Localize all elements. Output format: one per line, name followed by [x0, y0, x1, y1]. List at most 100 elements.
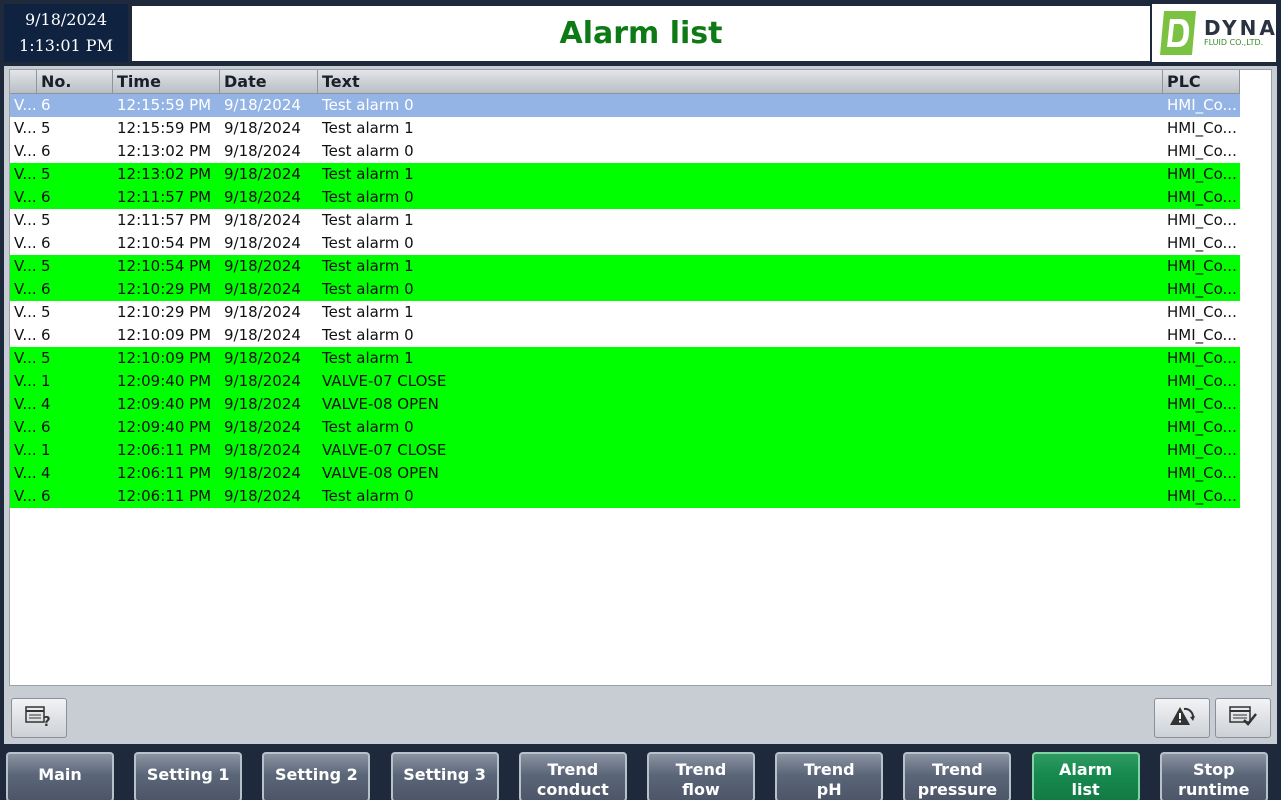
cell-date: 9/18/2024: [224, 142, 301, 160]
cell-date: 9/18/2024: [224, 349, 301, 367]
cell-no: 5: [41, 257, 51, 275]
cell-date: 9/18/2024: [224, 119, 301, 137]
cell-no: 6: [41, 234, 51, 252]
nav-button-trend-conduct[interactable]: Trend conduct: [518, 752, 627, 800]
cell-no: 5: [41, 211, 51, 229]
table-row[interactable]: V... 1 12:09:40 PM 9/18/2024 VALVE-07 CLOSE H…: [10, 370, 1240, 393]
nav-button-setting-3[interactable]: Setting 3: [390, 752, 499, 800]
cell-text: Test alarm 0: [322, 234, 414, 252]
cell-text: Test alarm 0: [322, 280, 414, 298]
page-title: Alarm list: [559, 16, 723, 51]
cell-status: V...: [14, 211, 37, 229]
column-header-time[interactable]: Time: [113, 70, 220, 93]
table-row[interactable]: V... 4 12:09:40 PM 9/18/2024 VALVE-08 OPEN HM…: [10, 393, 1240, 416]
cell-status: V...: [14, 441, 37, 459]
table-row[interactable]: V... 6 12:13:02 PM 9/18/2024 Test alarm 0 HMI…: [10, 140, 1240, 163]
column-header-no[interactable]: No.: [37, 70, 113, 93]
nav-button-label: runtime: [1178, 780, 1250, 799]
cell-time: 12:10:54 PM: [117, 234, 212, 252]
column-header-status[interactable]: [10, 70, 37, 93]
cell-time: 12:09:40 PM: [117, 395, 212, 413]
cell-time: 12:10:09 PM: [117, 326, 212, 344]
nav-button-alarm-list[interactable]: Alarm list: [1031, 752, 1140, 800]
nav-button-setting-2[interactable]: Setting 2: [262, 752, 371, 800]
cell-text: Test alarm 1: [322, 165, 414, 183]
nav-button-trend-flow[interactable]: Trend flow: [647, 752, 755, 800]
nav-button-trend-ph[interactable]: Trend pH: [775, 752, 884, 800]
cell-no: 6: [41, 280, 51, 298]
cell-plc: HMI_Co...: [1167, 372, 1237, 390]
nav-button-label: flow: [682, 780, 720, 799]
cell-time: 12:06:11 PM: [117, 441, 212, 459]
column-header-plc[interactable]: PLC: [1163, 70, 1240, 93]
cell-status: V...: [14, 418, 37, 436]
cell-no: 5: [41, 303, 51, 321]
nav-button-setting-1[interactable]: Setting 1: [134, 752, 243, 800]
cell-text: Test alarm 0: [322, 326, 414, 344]
cell-plc: HMI_Co...: [1167, 142, 1237, 160]
table-row[interactable]: V... 5 12:11:57 PM 9/18/2024 Test alarm 1 HMI…: [10, 209, 1240, 232]
table-row[interactable]: V... 6 12:09:40 PM 9/18/2024 Test alarm 0 HMI…: [10, 416, 1240, 439]
cell-no: 5: [41, 119, 51, 137]
cell-plc: HMI_Co...: [1167, 188, 1237, 206]
table-row[interactable]: V... 5 12:15:59 PM 9/18/2024 Test alarm 1 HMI…: [10, 117, 1240, 140]
nav-button-label: pH: [816, 780, 842, 799]
cell-date: 9/18/2024: [224, 395, 301, 413]
cell-no: 6: [41, 188, 51, 206]
cell-text: VALVE-07 CLOSE: [322, 372, 447, 390]
table-row[interactable]: V... 6 12:06:11 PM 9/18/2024 Test alarm 0 HMI…: [10, 485, 1240, 508]
nav-button-trend-pressure[interactable]: Trend pressure: [903, 752, 1012, 800]
cell-status: V...: [14, 188, 37, 206]
cell-status: V...: [14, 119, 37, 137]
cell-time: 12:09:40 PM: [117, 372, 212, 390]
column-header-date[interactable]: Date: [220, 70, 318, 93]
table-row[interactable]: V... 4 12:06:11 PM 9/18/2024 VALVE-08 OPEN HM…: [10, 462, 1240, 485]
datetime-display: 9/18/2024 1:13:01 PM: [4, 4, 128, 62]
table-row[interactable]: V... 6 12:10:09 PM 9/18/2024 Test alarm 0 HMI…: [10, 324, 1240, 347]
cell-no: 1: [41, 372, 51, 390]
cell-plc: HMI_Co...: [1167, 464, 1237, 482]
cell-time: 12:09:40 PM: [117, 418, 212, 436]
table-body: V... 6 12:15:59 PM 9/18/2024 Test alarm 0 HMI…: [10, 94, 1271, 508]
table-row[interactable]: V... 6 12:11:57 PM 9/18/2024 Test alarm 0 HMI…: [10, 186, 1240, 209]
cell-plc: HMI_Co...: [1167, 418, 1237, 436]
cell-text: Test alarm 1: [322, 257, 414, 275]
nav-button-label: list: [1071, 780, 1100, 799]
table-row[interactable]: V... 6 12:15:59 PM 9/18/2024 Test alarm 0 HMI…: [10, 94, 1240, 117]
cell-date: 9/18/2024: [224, 234, 301, 252]
column-header-text[interactable]: Text: [318, 70, 1163, 93]
table-row[interactable]: V... 1 12:06:11 PM 9/18/2024 VALVE-07 CLOSE H…: [10, 439, 1240, 462]
alarm-table[interactable]: No. Time Date Text PLC V... 6 12:15:59 PM 9…: [9, 69, 1272, 686]
cell-time: 12:13:02 PM: [117, 165, 212, 183]
cell-time: 12:15:59 PM: [117, 119, 212, 137]
cell-no: 4: [41, 395, 51, 413]
table-row[interactable]: V... 6 12:10:29 PM 9/18/2024 Test alarm 0 HMI…: [10, 278, 1240, 301]
cell-plc: HMI_Co...: [1167, 211, 1237, 229]
table-row[interactable]: V... 5 12:13:02 PM 9/18/2024 Test alarm 1 HMI…: [10, 163, 1240, 186]
alarm-info-button[interactable]: ?: [11, 698, 67, 738]
table-row[interactable]: V... 5 12:10:54 PM 9/18/2024 Test alarm 1 HMI…: [10, 255, 1240, 278]
cell-date: 9/18/2024: [224, 96, 301, 114]
cell-status: V...: [14, 234, 37, 252]
table-row[interactable]: V... 6 12:10:54 PM 9/18/2024 Test alarm 0 HMI…: [10, 232, 1240, 255]
cell-date: 9/18/2024: [224, 211, 301, 229]
cell-date: 9/18/2024: [224, 372, 301, 390]
nav-button-stop-runtime[interactable]: Stop runtime: [1159, 752, 1268, 800]
cell-plc: HMI_Co...: [1167, 119, 1237, 137]
cell-text: VALVE-07 CLOSE: [322, 441, 447, 459]
acknowledge-button[interactable]: [1154, 698, 1210, 738]
table-row[interactable]: V... 5 12:10:09 PM 9/18/2024 Test alarm 1 HMI…: [10, 347, 1240, 370]
edit-table-button[interactable]: [1215, 698, 1271, 738]
cell-status: V...: [14, 257, 37, 275]
cell-date: 9/18/2024: [224, 303, 301, 321]
cell-time: 12:11:57 PM: [117, 188, 212, 206]
cell-status: V...: [14, 395, 37, 413]
cell-date: 9/18/2024: [224, 257, 301, 275]
nav-button-main[interactable]: Main: [6, 752, 114, 800]
cell-time: 12:06:11 PM: [117, 487, 212, 505]
cell-text: Test alarm 0: [322, 96, 414, 114]
table-row[interactable]: V... 5 12:10:29 PM 9/18/2024 Test alarm 1 HMI…: [10, 301, 1240, 324]
cell-plc: HMI_Co...: [1167, 487, 1237, 505]
cell-no: 5: [41, 349, 51, 367]
nav-button-label: Setting 1: [146, 765, 230, 784]
